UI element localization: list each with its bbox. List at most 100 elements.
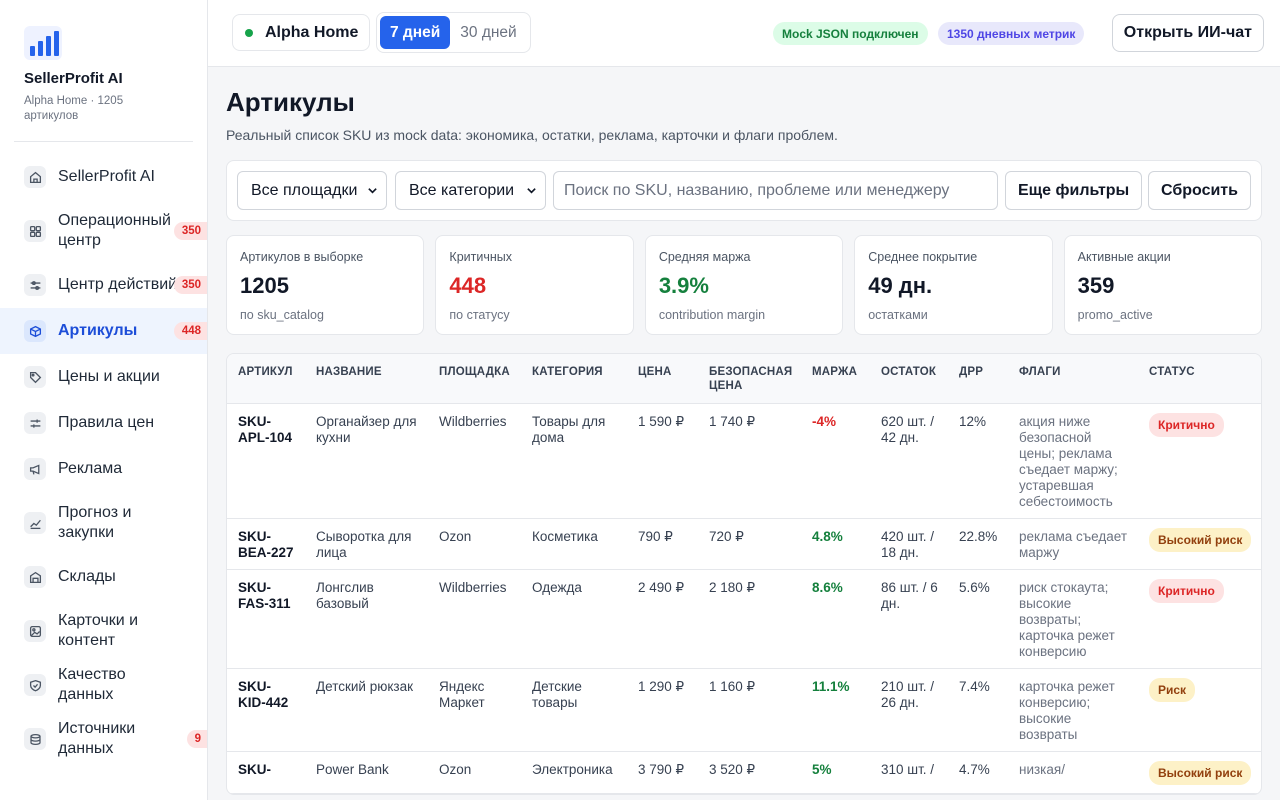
chevron-down-icon (527, 188, 536, 194)
marketplace-select[interactable]: Все площадки (237, 171, 387, 210)
topbar: Alpha Home 7 дней 30 дней Mock JSON подк… (208, 0, 1280, 67)
kpi-card: Артикулов в выборке 1205 по sku_catalog (226, 235, 425, 335)
column-header[interactable]: Площадка (428, 354, 521, 404)
megaphone-icon (24, 458, 46, 480)
chevron-down-icon (368, 188, 377, 194)
cell-name: Органайзер для кухни (305, 403, 428, 519)
cell-flags: карточка режет конверсию; высокие возвра… (1008, 668, 1138, 752)
sidebar-item-label: Правила цен (58, 414, 155, 431)
kpi-note: остатками (868, 308, 928, 322)
sidebar-item-12[interactable]: Источники данных 9 (0, 708, 207, 770)
cell-stock: 86 шт. / 6 дн. (870, 569, 948, 669)
page-subtitle: Реальный список SKU из mock data: эконом… (226, 127, 838, 143)
cell-drr: 7.4% (948, 668, 1008, 752)
sidebar-item-6[interactable]: Правила цен (0, 400, 207, 446)
app-name: SellerProfit AI (24, 70, 123, 87)
cell-marketplace: Яндекс Маркет (428, 668, 521, 752)
column-header[interactable]: Цена (627, 354, 698, 404)
sidebar-item-label: Центр действий (58, 276, 178, 293)
table-row[interactable]: SKU-APL-104 Органайзер для кухни Wildberri… (227, 403, 1261, 519)
table-row[interactable]: SKU- Power Bank Ozon Электроника 3 790 ₽3 52… (227, 751, 1261, 794)
metrics-count-badge: 1350 дневных метрик (938, 22, 1085, 45)
column-header[interactable]: ДРР (948, 354, 1008, 404)
period-7-days[interactable]: 7 дней (380, 16, 451, 49)
cell-flags: акция ниже безопасной цены; реклама съед… (1008, 403, 1138, 519)
cell-sku: SKU- (227, 751, 305, 794)
warehouse-icon (24, 566, 46, 588)
cell-status: Критично (1138, 569, 1261, 669)
status-badge: Критично (1149, 413, 1224, 437)
sidebar-item-5[interactable]: Цены и акции (0, 354, 207, 400)
column-header[interactable]: Категория (521, 354, 627, 404)
cell-category: Товары для дома (521, 403, 627, 519)
cell-flags: риск стокаута; высокие возвраты; карточк… (1008, 569, 1138, 669)
cell-sku: SKU-BEA-227 (227, 518, 305, 570)
cell-price: 3 790 ₽ (627, 751, 698, 794)
column-header[interactable]: Артикул (227, 354, 305, 404)
kpi-value: 1205 (240, 273, 289, 298)
cell-status: Критично (1138, 403, 1261, 519)
cell-status: Риск (1138, 668, 1261, 752)
reset-button[interactable]: Сбросить (1148, 171, 1251, 210)
sliders-icon (24, 274, 46, 296)
table-row[interactable]: SKU-FAS-311 Лонгслив базовый Wildberries Од… (227, 569, 1261, 669)
trend-icon (24, 512, 46, 534)
search-input[interactable] (553, 171, 998, 210)
column-header[interactable]: Маржа (801, 354, 870, 404)
cell-price: 2 490 ₽ (627, 569, 698, 669)
sidebar-item-9[interactable]: Склады (0, 554, 207, 600)
sidebar-item-1[interactable]: SellerProfit AI (0, 154, 207, 200)
cell-marketplace: Ozon (428, 518, 521, 570)
kpi-card: Среднее покрытие 49 дн. остатками (854, 235, 1053, 335)
margin-value: 5% (812, 762, 832, 777)
cell-sku: SKU-FAS-311 (227, 569, 305, 669)
more-filters-button[interactable]: Еще фильтры (1005, 171, 1143, 210)
kpi-note: promo_active (1077, 308, 1153, 322)
period-switch: 7 дней 30 дней (376, 12, 531, 53)
status-dot-icon (245, 28, 253, 37)
filter-bar: Все площадки Все категории Еще фильтры С… (226, 160, 1262, 221)
column-header[interactable]: Название (305, 354, 428, 404)
cell-flags: низкая/ (1008, 751, 1138, 794)
cell-name: Детский рюкзак (305, 668, 428, 752)
kpi-value: 448 (449, 273, 487, 298)
store-selector[interactable]: Alpha Home (232, 14, 371, 51)
sidebar-item-2[interactable]: Операционный центр 350 (0, 200, 207, 262)
table-row[interactable]: SKU-BEA-227 Сыворотка для лица Ozon Космети… (227, 518, 1261, 570)
kpi-label: Критичных (449, 250, 512, 264)
count-badge: 350 (173, 222, 207, 240)
kpi-label: Артикулов в выборке (240, 250, 364, 264)
cell-margin: 4.8% (801, 518, 870, 570)
kpi-card: Активные акции 359 promo_active (1063, 235, 1263, 335)
sidebar-item-7[interactable]: Реклама (0, 446, 207, 492)
count-badge: 9 (186, 730, 207, 748)
sku-table: Артикул Название Площадка Категория Цена Безо… (226, 353, 1262, 795)
cell-stock: 620 шт. / 42 дн. (870, 403, 948, 519)
sidebar-item-4[interactable]: Артикулы 448 (0, 308, 207, 354)
table-row[interactable]: SKU-KID-442 Детский рюкзак Яндекс Маркет Де… (227, 668, 1261, 752)
period-30-days[interactable]: 30 дней (450, 16, 526, 49)
column-header[interactable]: Безопасная цена (698, 354, 801, 404)
cell-category: Одежда (521, 569, 627, 669)
category-select[interactable]: Все категории (395, 171, 546, 210)
cell-safe-price: 2 180 ₽ (698, 569, 801, 669)
brand: SellerProfit AI Alpha Home · 1205 артику… (0, 0, 207, 124)
sidebar-item-label: Склады (58, 568, 116, 585)
sidebar-item-10[interactable]: Карточки и контент (0, 600, 207, 662)
column-header[interactable]: Остаток (870, 354, 948, 404)
cell-status: Высокий риск (1138, 751, 1261, 794)
cell-marketplace: Ozon (428, 751, 521, 794)
cell-marketplace: Wildberries (428, 403, 521, 519)
sidebar-item-11[interactable]: Качество данных (0, 662, 207, 708)
status-badge: Высокий риск (1149, 761, 1252, 785)
page-title: Артикулы (226, 87, 355, 117)
cell-price: 1 590 ₽ (627, 403, 698, 519)
cell-flags: реклама съедает маржу (1008, 518, 1138, 570)
sidebar-item-8[interactable]: Прогноз и закупки (0, 492, 207, 554)
cell-margin: -4% (801, 403, 870, 519)
column-header[interactable]: Статус (1138, 354, 1261, 404)
open-ai-chat-button[interactable]: Открыть ИИ-чат (1111, 14, 1264, 52)
kpi-value: 49 дн. (868, 273, 933, 298)
column-header[interactable]: Флаги (1008, 354, 1138, 404)
sidebar-item-3[interactable]: Центр действий 350 (0, 262, 207, 308)
